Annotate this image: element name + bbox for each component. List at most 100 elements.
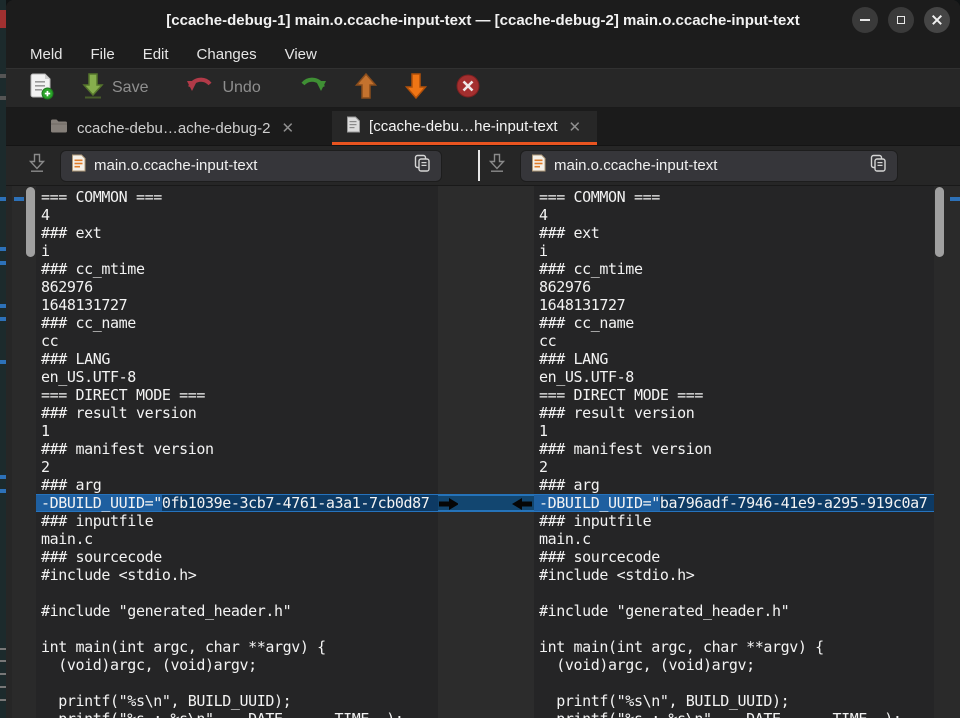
right-text-pane[interactable]: === COMMON ===4### exti### cc_mtime86297… [534, 186, 934, 718]
code-line: 2 [534, 458, 934, 476]
diff-unchanged-text: -DBUILD_UUID=" [41, 495, 162, 511]
chunk-mark [950, 197, 960, 201]
push-change-left-button[interactable] [512, 497, 532, 515]
tab-folder-comparison[interactable]: ccache-debu…ache-debug-2 ✕ [36, 111, 310, 145]
undo-button[interactable]: Undo [176, 71, 270, 106]
tab-close-icon[interactable]: ✕ [566, 118, 583, 136]
code-line: main.c [36, 530, 438, 548]
code-line [534, 674, 934, 692]
previous-change-button[interactable] [345, 68, 387, 109]
code-line: ### LANG [36, 350, 438, 368]
menu-bar: Meld File Edit Changes View [6, 40, 960, 68]
code-line [36, 620, 438, 638]
right-action-gutter [514, 186, 534, 718]
code-line: 1 [534, 422, 934, 440]
close-button[interactable] [924, 7, 950, 33]
save-label: Save [112, 79, 148, 97]
window-title: [ccache-debug-1] main.o.ccache-input-tex… [166, 12, 799, 29]
code-line: ### manifest version [534, 440, 934, 458]
save-state-left-icon [28, 153, 46, 178]
menu-file[interactable]: File [81, 44, 125, 65]
code-line: 1648131727 [36, 296, 438, 314]
code-line: 4 [534, 206, 934, 224]
code-line: en_US.UTF-8 [36, 368, 438, 386]
stop-button[interactable] [445, 69, 491, 108]
maximize-icon [897, 16, 905, 24]
code-line: ### LANG [534, 350, 934, 368]
code-line: ### cc_mtime [534, 260, 934, 278]
maximize-button[interactable] [888, 7, 914, 33]
pane-separator [478, 150, 480, 181]
code-line: printf("%s\n", BUILD_UUID); [534, 692, 934, 710]
tab-label: [ccache-debu…he-input-text [369, 118, 557, 135]
menu-view[interactable]: View [275, 44, 327, 65]
left-text-pane[interactable]: === COMMON ===4### exti### cc_mtime86297… [36, 186, 438, 718]
text-file-icon [531, 154, 546, 177]
tab-file-comparison[interactable]: [ccache-debu…he-input-text ✕ [332, 111, 597, 145]
copy-path-icon [414, 154, 431, 177]
arrow-up-icon [355, 72, 377, 105]
code-line: 862976 [534, 278, 934, 296]
new-comparison-button[interactable] [20, 68, 64, 109]
code-line: === DIRECT MODE === [534, 386, 934, 404]
menu-edit[interactable]: Edit [133, 44, 179, 65]
code-line-diff: -DBUILD_UUID="ba796adf-7946-41e9-a295-91… [534, 494, 934, 512]
code-line: 1 [36, 422, 438, 440]
push-change-right-button[interactable] [439, 497, 459, 515]
window-controls [852, 7, 950, 33]
code-line: ### cc_name [36, 314, 438, 332]
minimize-icon [860, 19, 870, 21]
next-change-button[interactable] [395, 68, 437, 109]
code-line: #include "generated_header.h" [36, 602, 438, 620]
code-line: int main(int argc, char **argv) { [36, 638, 438, 656]
code-line [534, 620, 934, 638]
undo-icon [186, 75, 214, 102]
left-filename: main.o.ccache-input-text [94, 157, 257, 174]
code-line: printf("%s : %s\n", __DATE__, __TIME__); [36, 710, 438, 718]
code-line: ### sourcecode [36, 548, 438, 566]
copy-path-icon [870, 154, 887, 177]
code-line: 4 [36, 206, 438, 224]
undo-label: Undo [222, 79, 260, 97]
code-line: 2 [36, 458, 438, 476]
code-line: ### cc_mtime [36, 260, 438, 278]
text-file-icon [71, 154, 86, 177]
code-line: i [534, 242, 934, 260]
right-scrollbar-thumb[interactable] [935, 187, 944, 257]
right-file-button[interactable]: main.o.ccache-input-text [520, 150, 898, 182]
code-line: ### inputfile [534, 512, 934, 530]
right-file-group: main.o.ccache-input-text [476, 150, 898, 182]
diff-changed-text: 0fb1039e-3cb7-4761-a3a1-7cb0d87 [162, 495, 438, 511]
code-line: ### ext [534, 224, 934, 242]
minimize-button[interactable] [852, 7, 878, 33]
code-line: printf("%s\n", BUILD_UUID); [36, 692, 438, 710]
left-scrollbar[interactable] [12, 186, 36, 718]
file-selector-bar: main.o.ccache-input-text [6, 146, 960, 186]
tab-bar: ccache-debu…ache-debug-2 ✕ [ccache-debu…… [6, 108, 960, 146]
meld-window: [ccache-debug-1] main.o.ccache-input-tex… [6, 0, 960, 718]
left-file-group: main.o.ccache-input-text [6, 150, 442, 182]
redo-button[interactable] [289, 71, 337, 106]
diff-unchanged-text: -DBUILD_UUID=" [539, 495, 660, 511]
code-line: ### inputfile [36, 512, 438, 530]
code-line: 862976 [36, 278, 438, 296]
menu-changes[interactable]: Changes [187, 44, 267, 65]
code-line: 1648131727 [534, 296, 934, 314]
code-line: ### cc_name [534, 314, 934, 332]
code-line: ### manifest version [36, 440, 438, 458]
save-state-right-icon [488, 153, 506, 178]
save-button[interactable]: Save [72, 69, 158, 108]
left-file-button[interactable]: main.o.ccache-input-text [60, 150, 442, 182]
diff-changed-text: ba796adf-7946-41e9-a295-919c0a7 [660, 495, 934, 511]
tab-close-icon[interactable]: ✕ [279, 119, 296, 137]
code-line: ### sourcecode [534, 548, 934, 566]
save-icon [82, 73, 104, 104]
chunk-mark [14, 197, 24, 201]
code-line [36, 674, 438, 692]
menu-meld[interactable]: Meld [20, 44, 73, 65]
left-scrollbar-thumb[interactable] [26, 187, 35, 257]
right-scrollbar[interactable] [934, 186, 960, 718]
chunk-band [458, 494, 514, 512]
title-bar: [ccache-debug-1] main.o.ccache-input-tex… [6, 0, 960, 40]
new-file-icon [30, 72, 54, 105]
